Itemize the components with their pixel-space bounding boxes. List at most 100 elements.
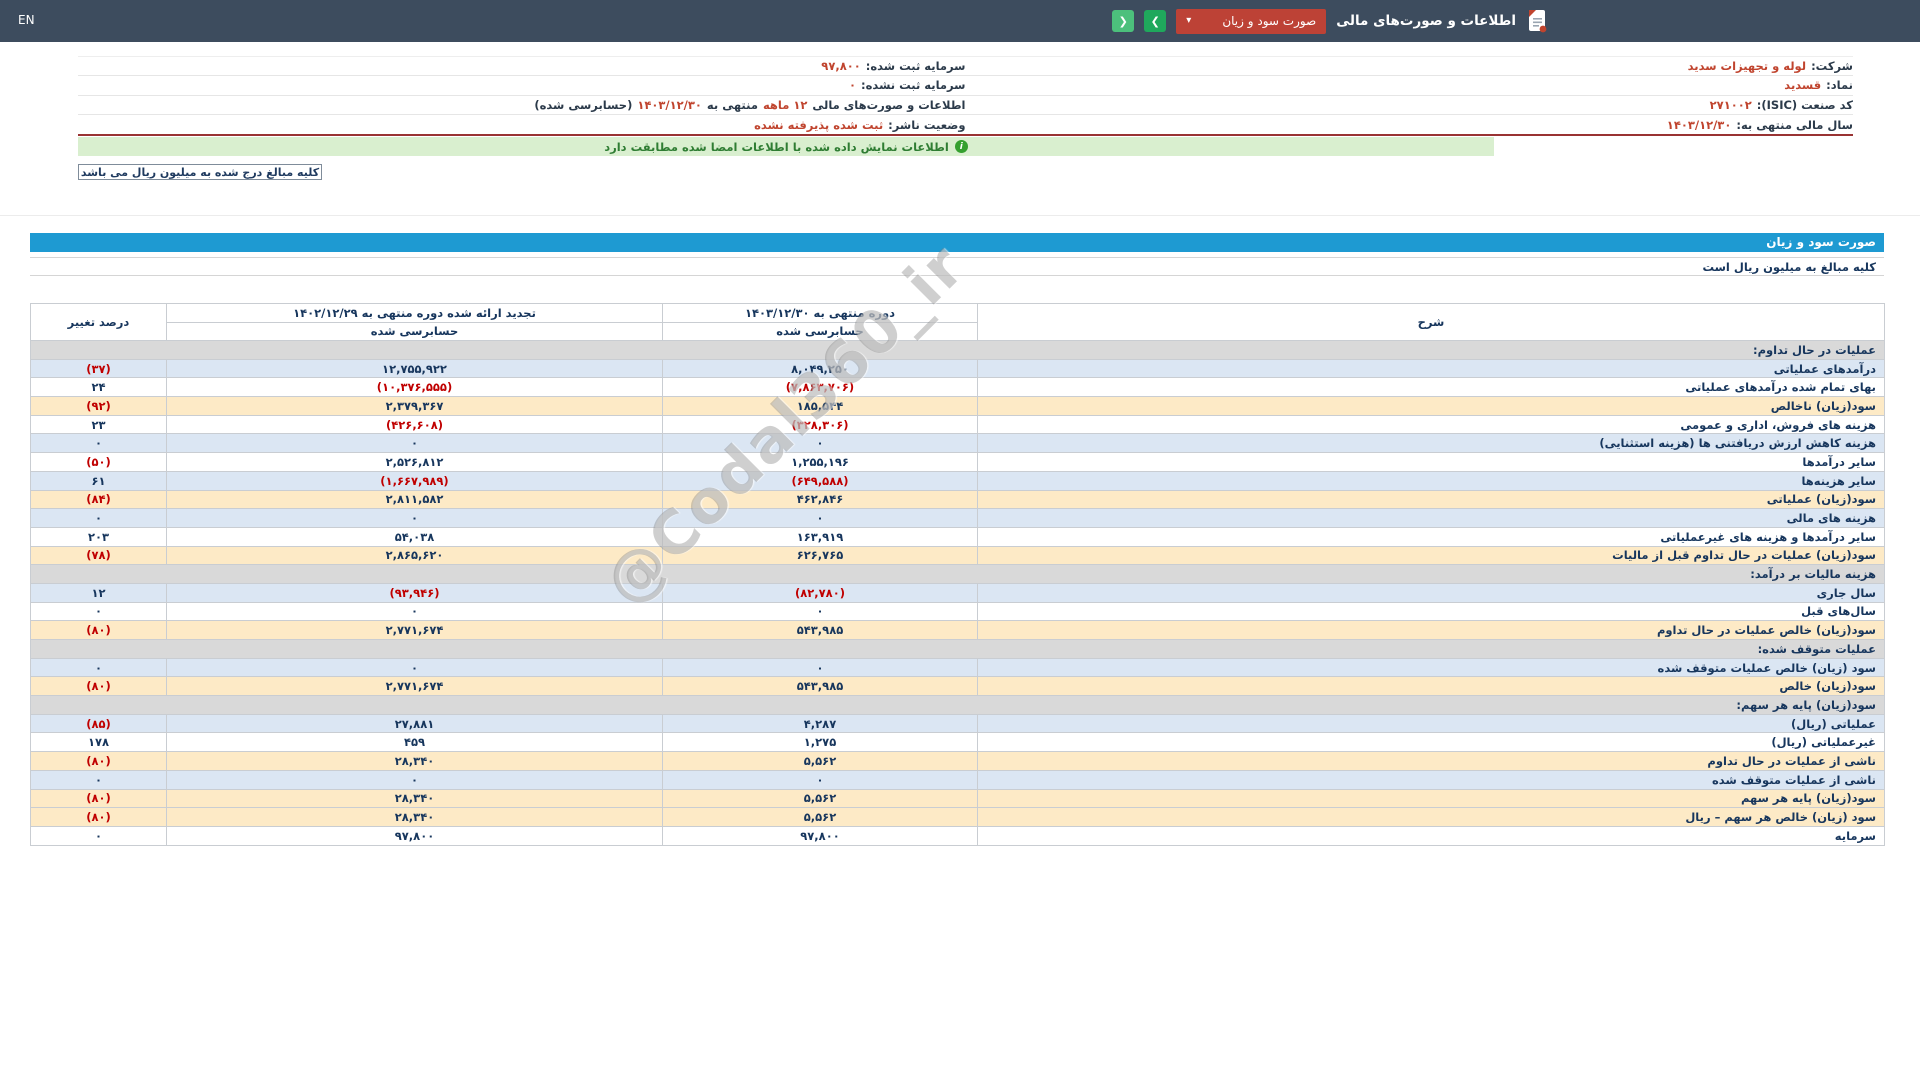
info-label: اطلاعات و صورت‌های مالی — [812, 97, 966, 112]
row-label: سود(زیان) پایه هر سهم — [977, 788, 1885, 809]
table-row: سایر هزینه‌ها (۶۴۹,۵۸۸) (۱,۶۶۷,۹۸۹) ۶۱ — [30, 470, 1885, 491]
table-row: سود(زیان) عملیاتی ۴۶۲,۸۴۶ ۲,۸۱۱,۵۸۲ (۸۴) — [30, 489, 1885, 510]
table-row: سود(زیان) خالص عملیات در حال تداوم ۵۴۳,۹۸… — [30, 620, 1885, 640]
cell-change: ۰ — [30, 508, 167, 528]
cell-change: (۸۴) — [30, 489, 167, 510]
row-label: هزینه کاهش ارزش دریافتنی ها (هزینه استثن… — [977, 433, 1885, 454]
cell-current: ۱۶۳,۹۱۹ — [662, 526, 978, 547]
document-icon[interactable] — [1526, 8, 1548, 34]
cell-change: (۸۵) — [30, 713, 167, 734]
info-value: ۱۴۰۳/۱۲/۳۰ — [637, 97, 702, 112]
table-row: سود(زیان) ناخالص ۱۸۵,۵۴۴ ۲,۳۷۹,۳۶۷ (۹۲) — [30, 396, 1885, 416]
statement-type-selected: صورت سود و زیان — [1222, 14, 1317, 28]
info-label: سرمایه ثبت نشده: — [861, 78, 966, 93]
table-row: سایر درآمدها ۱,۲۵۵,۱۹۶ ۲,۵۲۶,۸۱۲ (۵۰) — [30, 452, 1885, 472]
row-label: عملیاتی (ریال) — [977, 713, 1885, 734]
info-label: سال مالی منتهی به: — [1736, 117, 1853, 132]
topbar: EN اطلاعات و صورت‌های مالی صورت سود و زی… — [0, 0, 1920, 42]
info-label: منتهی به — [706, 97, 758, 112]
cell-change: (۸۰) — [30, 788, 167, 809]
section-row: عملیات متوقف شده: — [30, 639, 1885, 659]
table-row: سایر درآمدها و هزینه های غیرعملیاتی ۱۶۳,۹… — [30, 526, 1885, 547]
col-header-desc: شرح — [977, 303, 1885, 341]
info-value: ثبت شده پذیرفته نشده — [754, 117, 884, 132]
cell-prior: ۰ — [166, 657, 663, 678]
row-label: سایر درآمدها — [977, 452, 1885, 472]
cell-prior: (۱۰,۳۷۶,۵۵۵) — [166, 377, 663, 398]
statement-title-bar: صورت سود و زیان — [30, 233, 1884, 252]
section-row: هزینه مالیات بر درآمد: — [30, 564, 1885, 584]
row-label: سود (زیان) خالص عملیات متوقف شده — [977, 657, 1885, 678]
cell-change: (۳۷) — [30, 358, 167, 379]
cell-prior: ۲,۷۷۱,۶۷۴ — [166, 676, 663, 697]
cell-current: (۸۲,۷۸۰) — [662, 582, 978, 603]
row-label: هزینه های مالی — [977, 508, 1885, 528]
table-row: سود(زیان) عملیات در حال تداوم قبل از مال… — [30, 545, 1885, 566]
info-label: (حسابرسی شده) — [534, 97, 633, 112]
info-value: ۱۴۰۳/۱۲/۳۰ — [1666, 117, 1732, 132]
section-label: هزینه مالیات بر درآمد: — [30, 564, 1885, 584]
cell-prior: (۴۲۶,۶۰۸) — [166, 414, 663, 435]
cell-prior: ۴۵۹ — [166, 732, 663, 753]
cell-change: ۶۱ — [30, 470, 167, 491]
table-row: سال جاری (۸۲,۷۸۰) (۹۳,۹۴۶) ۱۲ — [30, 582, 1885, 603]
info-value: ۲۷۱۰۰۲ — [1709, 97, 1752, 112]
cell-current: ۱,۲۵۵,۱۹۶ — [662, 452, 978, 472]
table-row: سود(زیان) خالص ۵۴۳,۹۸۵ ۲,۷۷۱,۶۷۴ (۸۰) — [30, 676, 1885, 697]
cell-change: (۸۰) — [30, 751, 167, 771]
row-label: سود(زیان) خالص — [977, 676, 1885, 697]
col-header-change: درصد تغییر — [30, 303, 167, 341]
cell-change: ۰ — [30, 601, 167, 622]
cell-change: (۷۸) — [30, 545, 167, 566]
info-value: ۹۷,۸۰۰ — [821, 59, 861, 74]
cell-prior: ۲,۸۶۵,۶۲۰ — [166, 545, 663, 566]
table-row: هزینه های فروش، اداری و عمومی (۳۲۸,۳۰۶) (۴… — [30, 414, 1885, 435]
statement-type-dropdown[interactable]: صورت سود و زیان ▾ — [1176, 8, 1327, 34]
row-label: سود(زیان) عملیات در حال تداوم قبل از مال… — [977, 545, 1885, 566]
cell-change: (۸۰) — [30, 807, 167, 827]
info-label: سرمایه ثبت شده: — [865, 59, 966, 74]
cell-change: (۸۰) — [30, 676, 167, 697]
cell-prior: ۲۸,۳۴۰ — [166, 788, 663, 809]
cell-current: ۱,۲۷۵ — [662, 732, 978, 753]
row-label: ناشی از عملیات در حال تداوم — [977, 751, 1885, 771]
info-value: لوله و تجهیزات سدید — [1687, 59, 1807, 74]
row-label: سایر هزینه‌ها — [977, 470, 1885, 491]
statement-subtitle: کلیه مبالغ به میلیون ریال است — [30, 257, 1884, 276]
row-label: سود(زیان) عملیاتی — [977, 489, 1885, 510]
row-label: سرمایه — [977, 825, 1885, 846]
section-label: سود(زیان) پایه هر سهم: — [30, 695, 1885, 715]
signed-match-banner: i اطلاعات نمایش داده شده با اطلاعات امضا… — [78, 137, 1494, 156]
cell-prior: ۲,۵۲۶,۸۱۲ — [166, 452, 663, 472]
table-row: هزینه های مالی ۰ ۰ ۰ — [30, 508, 1885, 528]
table-row: ناشی از عملیات متوقف شده ۰ ۰ ۰ — [30, 769, 1885, 790]
cell-current: ۵,۵۶۲ — [662, 751, 978, 771]
cell-current: ۰ — [662, 433, 978, 454]
row-label: هزینه های فروش، اداری و عمومی — [977, 414, 1885, 435]
next-statement-button[interactable]: ❯ — [1144, 10, 1167, 32]
info-value: ۱۲ ماهه — [762, 97, 808, 112]
cell-current: (۷,۸۶۳,۷۰۶) — [662, 377, 978, 398]
language-toggle-en[interactable]: EN — [18, 13, 35, 27]
income-statement-table: شرح دوره منتهی به ۱۴۰۳/۱۲/۳۰ تجدید ارائه… — [30, 303, 1885, 846]
section-divider — [0, 215, 1920, 216]
row-label: غیرعملیاتی (ریال) — [977, 732, 1885, 753]
row-label: ناشی از عملیات متوقف شده — [977, 769, 1885, 790]
section-row: عملیات در حال تداوم: — [30, 340, 1885, 360]
row-label: سود(زیان) خالص عملیات در حال تداوم — [977, 620, 1885, 640]
cell-current: ۰ — [662, 769, 978, 790]
cell-current: ۵۴۳,۹۸۵ — [662, 620, 978, 640]
cell-change: ۱۷۸ — [30, 732, 167, 753]
section-label: عملیات در حال تداوم: — [30, 340, 1885, 360]
cell-change: (۸۰) — [30, 620, 167, 640]
cell-change: ۰ — [30, 657, 167, 678]
prev-statement-button[interactable]: ❮ — [1112, 10, 1135, 32]
cell-prior: ۰ — [166, 433, 663, 454]
cell-current: ۰ — [662, 657, 978, 678]
table-row: غیرعملیاتی (ریال) ۱,۲۷۵ ۴۵۹ ۱۷۸ — [30, 732, 1885, 753]
amounts-note: کلیه مبالغ درج شده به میلیون ریال می باش… — [78, 164, 322, 180]
row-label: سال جاری — [977, 582, 1885, 603]
row-label: سود(زیان) ناخالص — [977, 396, 1885, 416]
table-row: بهای تمام شده درآمدهای عملیاتی (۷,۸۶۳,۷۰۶… — [30, 377, 1885, 398]
cell-change: ۲۴ — [30, 377, 167, 398]
